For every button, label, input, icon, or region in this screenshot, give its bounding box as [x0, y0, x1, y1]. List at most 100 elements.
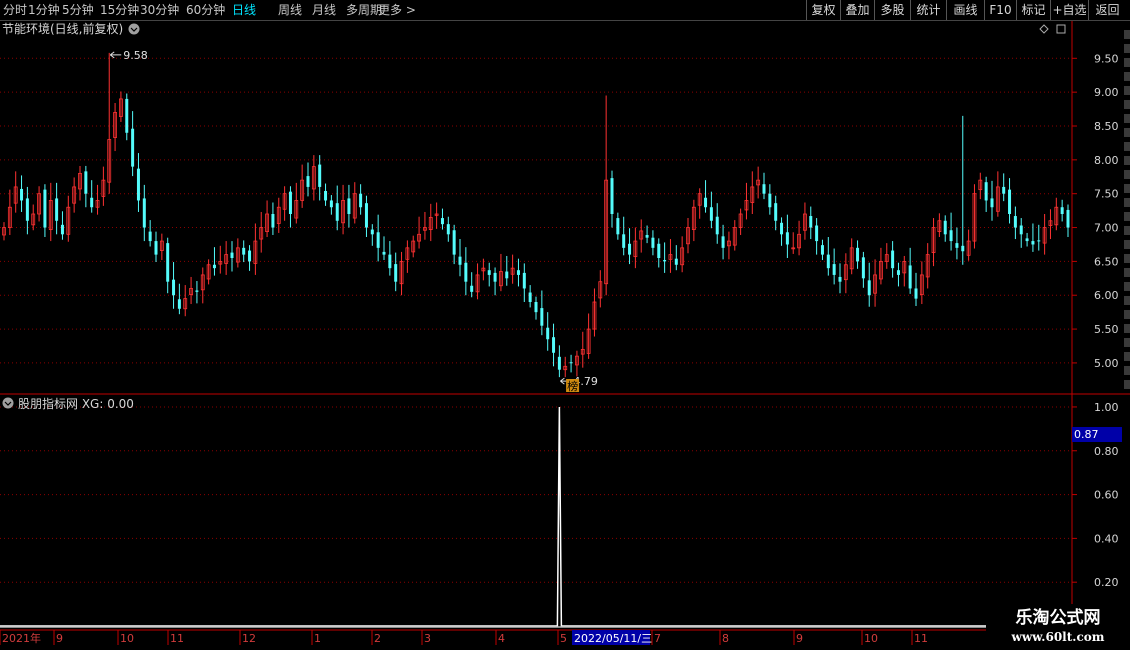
candle-body-down	[195, 290, 199, 292]
candle-body-down	[25, 198, 29, 221]
candle-body-down	[984, 182, 988, 201]
candle-body-down	[1037, 240, 1041, 242]
candle-body-down	[891, 250, 895, 269]
candle-body-down	[820, 245, 824, 255]
candle-body-down	[622, 234, 626, 248]
candle-body-down	[1002, 186, 1006, 194]
candle-body-down	[440, 218, 444, 225]
candle-body-down	[1060, 207, 1064, 214]
candle-body-down	[546, 327, 550, 340]
candle-body-down	[867, 280, 871, 296]
candle-body-down	[715, 216, 719, 235]
indicator-signal-line	[0, 406, 1072, 627]
candle-body-down	[271, 214, 275, 228]
side-panel-fragment	[1124, 114, 1130, 123]
grid-lines	[0, 57, 1072, 583]
candle-body-down	[470, 285, 474, 292]
time-axis-label: 10	[120, 632, 134, 645]
candle-body-down	[382, 251, 386, 255]
candle-body-down	[43, 189, 47, 228]
price-tick-label: 5.50	[1094, 323, 1119, 336]
candle-body-down	[60, 224, 64, 235]
candle-body-down	[569, 362, 573, 364]
side-panel-fragment	[1124, 170, 1130, 179]
candle-body-down	[943, 220, 947, 235]
time-axis-label: 7	[654, 632, 661, 645]
candle-body-down	[780, 222, 784, 235]
candle-body-down	[709, 207, 713, 221]
candle-body-down	[90, 197, 94, 208]
candle-body-down	[248, 250, 252, 262]
candle-body-down	[522, 272, 526, 289]
side-panel-fragment	[1124, 212, 1130, 221]
candle-body-down	[1013, 216, 1017, 228]
cursor-value-label: 0.87	[1074, 428, 1099, 441]
time-axis-label: 2021年	[2, 631, 41, 645]
candle-body-down	[212, 264, 216, 269]
side-panel-fragment	[1124, 338, 1130, 347]
candle-body-down	[166, 243, 170, 282]
side-panel-fragment	[1124, 72, 1130, 81]
candle-body-down	[142, 198, 146, 228]
candle-body-down	[394, 264, 398, 282]
indicator-tick-label: 0.80	[1094, 445, 1119, 458]
time-axis-label: 11	[170, 632, 184, 645]
candle-body-down	[674, 258, 678, 265]
candle-body-down	[1019, 225, 1023, 235]
stock-chart: 9.50 9.00 8.50 8.00 7.50 7.00 6.50 6.00 5.50 5.00…	[0, 21, 1130, 645]
candle-body-down	[359, 193, 363, 208]
candle-body-down	[306, 176, 310, 187]
candle-body-down	[534, 302, 538, 313]
candle-body-down	[657, 243, 661, 258]
side-panel-fragment	[1124, 310, 1130, 319]
candle-body-down	[826, 254, 830, 269]
candle-body-down	[628, 243, 632, 255]
candle-body-down	[896, 270, 900, 275]
time-axis-label: 3	[424, 632, 431, 645]
indicator-series	[0, 406, 1072, 627]
candle-body-down	[610, 178, 614, 214]
side-panel-fragment	[1124, 268, 1130, 277]
candle-body-down	[318, 164, 322, 187]
candle-body-down	[84, 171, 88, 194]
indicator-tick-label: 0.40	[1094, 532, 1119, 545]
candle-body-down	[1025, 238, 1029, 242]
candle-body-down	[493, 272, 497, 282]
watermark-url: www.60lt.com	[1011, 630, 1105, 644]
candle-body-down	[148, 231, 152, 242]
candle-body-down	[329, 200, 333, 208]
candle-body-down	[347, 198, 351, 214]
main-panel-title: 节能环境(日线,前复权)	[2, 21, 123, 36]
price-tick-label: 6.00	[1094, 289, 1119, 302]
candle-body-down	[487, 270, 491, 275]
candle-body-down	[832, 264, 836, 275]
candle-body-down	[131, 128, 135, 167]
side-panel-fragment	[1124, 128, 1130, 137]
main-dropdown-icon	[128, 23, 140, 35]
candle-body-down	[1031, 241, 1035, 245]
candle-body-down	[242, 247, 246, 255]
cursor-date-label: 2022/05/11/三	[574, 632, 652, 645]
candle-body-down	[774, 203, 778, 221]
side-panel-fragment	[1124, 240, 1130, 249]
candle-body-down	[651, 237, 655, 248]
time-axis-label: 12	[242, 632, 256, 645]
candle-body-down	[552, 337, 556, 353]
candle-body-down	[704, 197, 708, 208]
side-panel-fragment	[1124, 366, 1130, 375]
time-axis-label: 10	[864, 632, 878, 645]
candle-body-down	[1066, 209, 1070, 228]
indicator-dropdown-icon	[2, 397, 14, 409]
time-axis-label: 1	[314, 632, 321, 645]
time-axis-label: 11	[914, 632, 928, 645]
price-tick-label: 7.00	[1094, 222, 1119, 235]
candle-body-down	[557, 356, 561, 370]
candle-body-down	[616, 218, 620, 235]
high-price-label: 9.58	[123, 49, 148, 62]
high-arrow-icon	[109, 51, 122, 59]
candle-body-down	[528, 292, 532, 302]
candle-body-down	[809, 216, 813, 228]
price-tick-label: 5.00	[1094, 357, 1119, 370]
candle-body-down	[721, 236, 725, 248]
side-panel-fragment	[1124, 44, 1130, 53]
